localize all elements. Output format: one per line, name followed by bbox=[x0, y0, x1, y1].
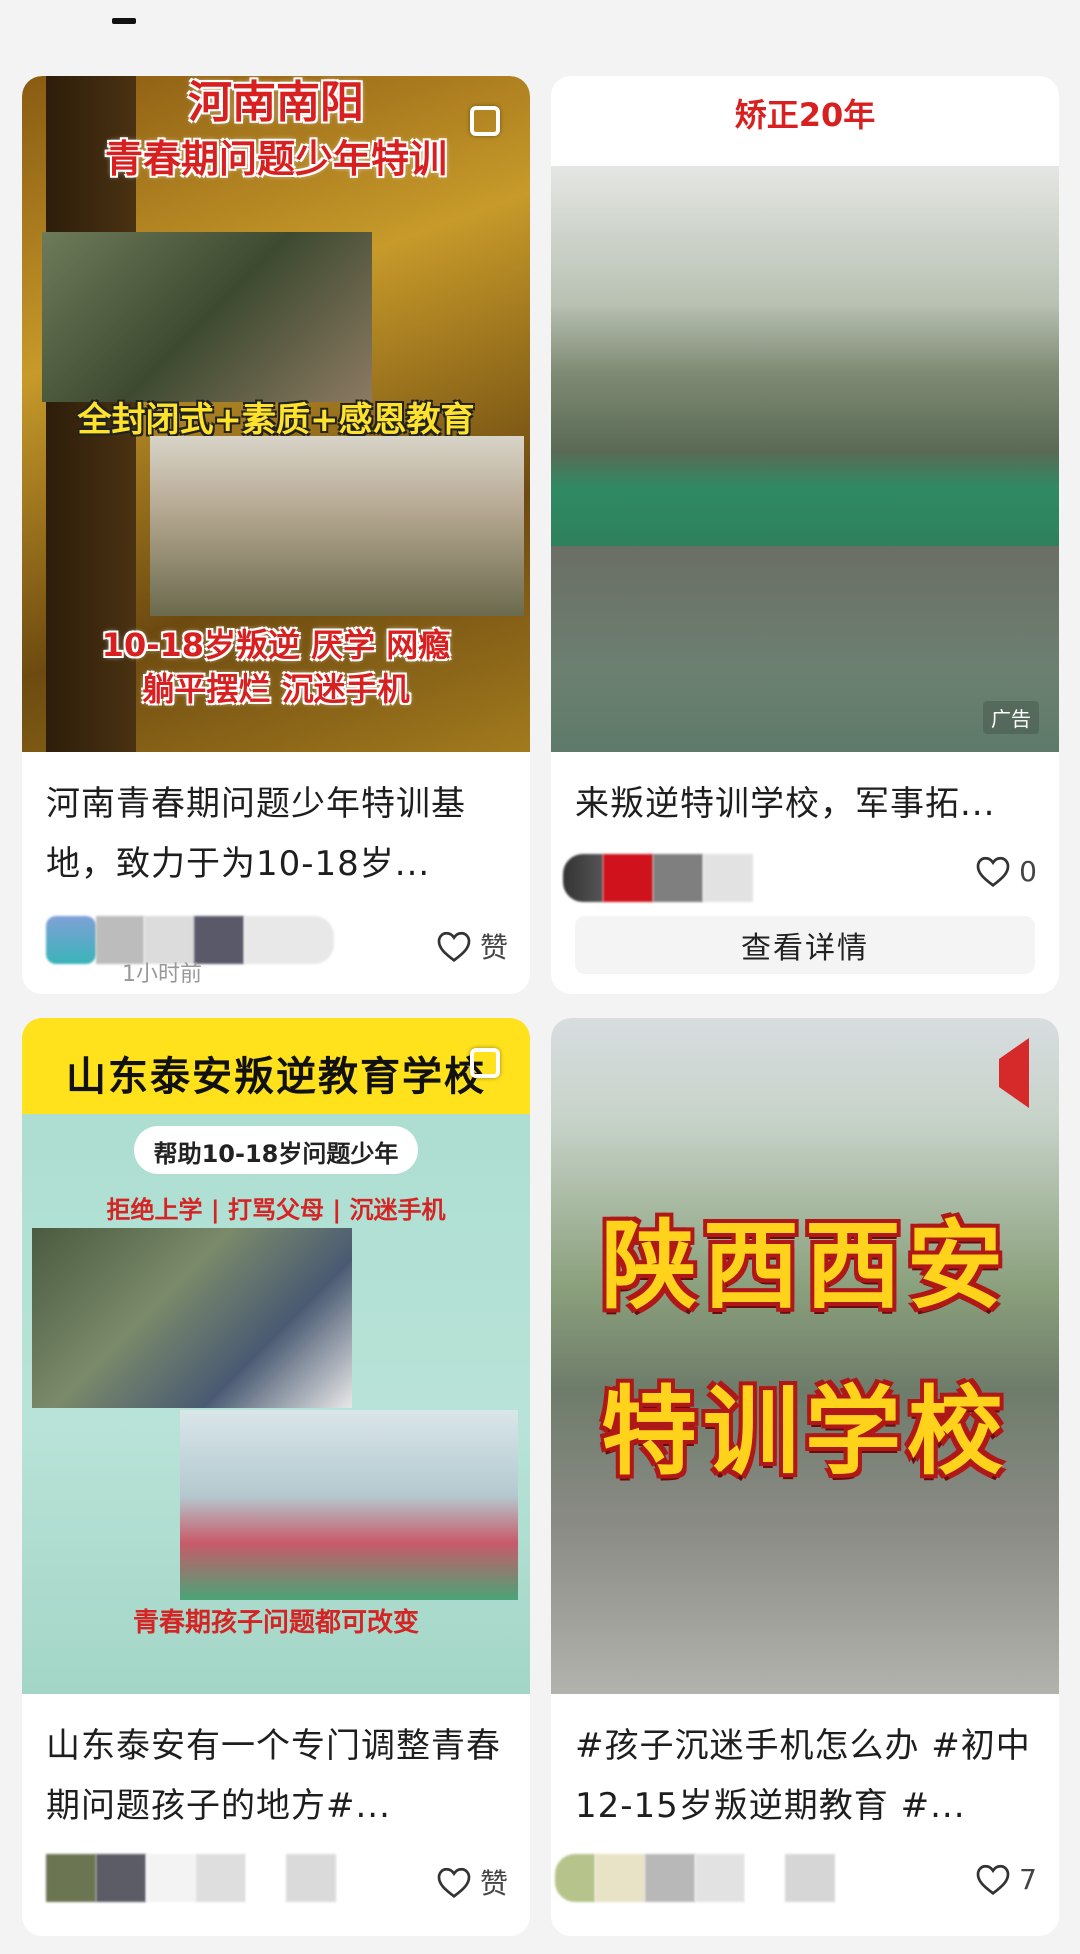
like-count: 7 bbox=[1019, 1862, 1037, 1896]
poster-bottom-line1: 10-18岁叛逆 厌学 网瘾 bbox=[101, 626, 451, 664]
copy-icon bbox=[470, 1048, 500, 1078]
feed-card-2[interactable]: 矫正20年 广告 来叛逆特训学校，军事拓... 0 查看详情 bbox=[551, 76, 1059, 994]
poster-pill-text: 帮助10-18岁问题少年 bbox=[153, 1140, 399, 1168]
like-button[interactable]: 赞 bbox=[436, 926, 508, 966]
poster-top-title: 矫正20年 bbox=[734, 96, 876, 134]
poster-bottom-line2: 躺平摆烂 沉迷手机 bbox=[142, 670, 410, 708]
advertiser-avatar-blurred bbox=[563, 854, 753, 902]
card-title[interactable]: #孩子沉迷手机怎么办 #初中12-15岁叛逆期教育 #... bbox=[575, 1716, 1035, 1836]
card-thumbnail: 山东泰安叛逆教育学校 帮助10-18岁问题少年 拒绝上学 | 打骂父母 | 沉迷… bbox=[22, 1018, 530, 1694]
feed-card-4[interactable]: 陕西西安 特训学校 #孩子沉迷手机怎么办 #初中12-15岁叛逆期教育 #...… bbox=[551, 1018, 1059, 1936]
heart-outline-icon bbox=[976, 856, 1010, 887]
like-label: 赞 bbox=[479, 931, 508, 964]
heart-outline-icon bbox=[976, 1864, 1010, 1895]
card-thumbnail: 河南南阳 青春期问题少年特训 全封闭式+素质+感恩教育 10-18岁叛逆 厌学 … bbox=[22, 76, 530, 752]
poster-bottom: 青春期孩子问题都可改变 bbox=[132, 1608, 419, 1638]
poster-line2: 特训学校 bbox=[601, 1376, 1009, 1488]
feed-card-1[interactable]: 河南南阳 青春期问题少年特训 全封闭式+素质+感恩教育 10-18岁叛逆 厌学 … bbox=[22, 76, 530, 994]
like-label: 赞 bbox=[479, 1867, 508, 1900]
card-thumbnail: 陕西西安 特训学校 bbox=[551, 1018, 1059, 1694]
status-indicator bbox=[112, 18, 136, 24]
like-count: 0 bbox=[1019, 854, 1037, 888]
ad-badge: 广告 bbox=[983, 701, 1039, 734]
like-button[interactable]: 0 bbox=[975, 854, 1037, 888]
card-title[interactable]: 来叛逆特训学校，军事拓... bbox=[575, 774, 1035, 834]
author-avatar-blurred bbox=[555, 1854, 835, 1902]
post-time: 1小时前 bbox=[122, 962, 202, 987]
poster-banner: 全封闭式+素质+感恩教育 bbox=[77, 400, 475, 440]
poster-tags: 拒绝上学 | 打骂父母 | 沉迷手机 bbox=[106, 1196, 446, 1224]
feed-card-3[interactable]: 山东泰安叛逆教育学校 帮助10-18岁问题少年 拒绝上学 | 打骂父母 | 沉迷… bbox=[22, 1018, 530, 1936]
card-title[interactable]: 河南青春期问题少年特训基地，致力于为10-18岁... bbox=[46, 774, 506, 894]
flag-icon bbox=[999, 1038, 1029, 1108]
poster-photo-2 bbox=[180, 1410, 518, 1600]
card-thumbnail: 矫正20年 广告 bbox=[551, 76, 1059, 752]
poster-photo-1 bbox=[32, 1228, 352, 1408]
like-button[interactable]: 赞 bbox=[436, 1862, 508, 1902]
heart-outline-icon bbox=[437, 931, 471, 962]
poster-subtitle: 青春期问题少年特训 bbox=[104, 137, 447, 181]
like-button[interactable]: 7 bbox=[975, 1862, 1037, 1896]
poster-photo-1 bbox=[42, 232, 372, 402]
heart-outline-icon bbox=[437, 1867, 471, 1898]
poster-line1: 陕西西安 bbox=[601, 1210, 1009, 1322]
card-title[interactable]: 山东泰安有一个专门调整青春期问题孩子的地方#... bbox=[46, 1716, 506, 1836]
poster-photo-2 bbox=[150, 436, 524, 616]
author-avatar-blurred bbox=[46, 1854, 336, 1902]
view-details-button[interactable]: 查看详情 bbox=[575, 916, 1035, 974]
poster-top-title: 山东泰安叛逆教育学校 bbox=[66, 1054, 486, 1100]
poster-top-title: 河南南阳 bbox=[188, 77, 364, 128]
